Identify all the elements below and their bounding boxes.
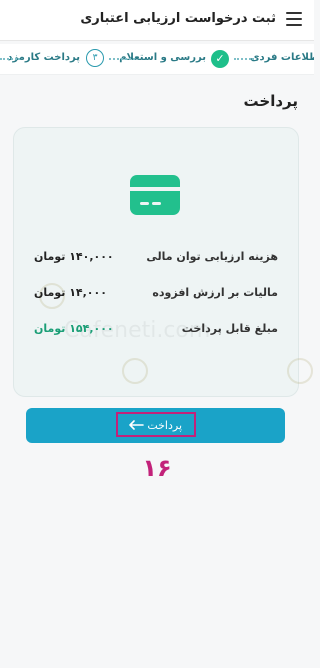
- step-connector: [234, 58, 254, 60]
- check-icon: ✓: [211, 50, 229, 68]
- annotation-step-number: ۱۶: [142, 454, 172, 482]
- app-header: ثبت درخواست ارزیابی اعتباری: [0, 0, 314, 41]
- hamburger-menu-icon[interactable]: [286, 12, 302, 26]
- fee-row-label: هزینه ارزیابی توان مالی: [146, 250, 278, 263]
- vat-row-label: مالیات بر ارزش افزوده: [152, 286, 278, 299]
- pay-button-highlight[interactable]: پرداخت: [116, 412, 196, 437]
- payment-summary-card: Cafeneti.com هزینه ارزیابی توان مالی ۱۴۰…: [13, 127, 313, 397]
- fee-row-value: ۱۴۰,۰۰۰ تومان: [34, 250, 114, 263]
- total-row-label: مبلغ قابل پرداخت: [181, 322, 278, 335]
- pay-button[interactable]: پرداخت: [26, 408, 285, 443]
- step-connector: [0, 58, 20, 60]
- progress-stepper: اطلاعات فردی ✓ بررسی و استعلام ۳ پرداخت …: [0, 44, 314, 75]
- watermark-logo-icon: [287, 358, 313, 384]
- watermark-logo-icon: [122, 358, 148, 384]
- arrow-left-icon: [129, 420, 144, 430]
- total-row-value: ۱۵۴,۰۰۰ تومان: [34, 322, 114, 335]
- header-title: ثبت درخواست ارزیابی اعتباری: [80, 11, 276, 26]
- step-3-number-icon: ۳: [86, 49, 104, 67]
- step-personal-info-label: اطلاعات فردی: [250, 52, 314, 63]
- vat-row-value: ۱۴,۰۰۰ تومان: [34, 286, 107, 299]
- pay-button-label: پرداخت: [147, 419, 182, 432]
- page-title: پرداخت: [243, 92, 299, 110]
- step-connector: [109, 58, 135, 60]
- credit-card-icon: [130, 175, 180, 215]
